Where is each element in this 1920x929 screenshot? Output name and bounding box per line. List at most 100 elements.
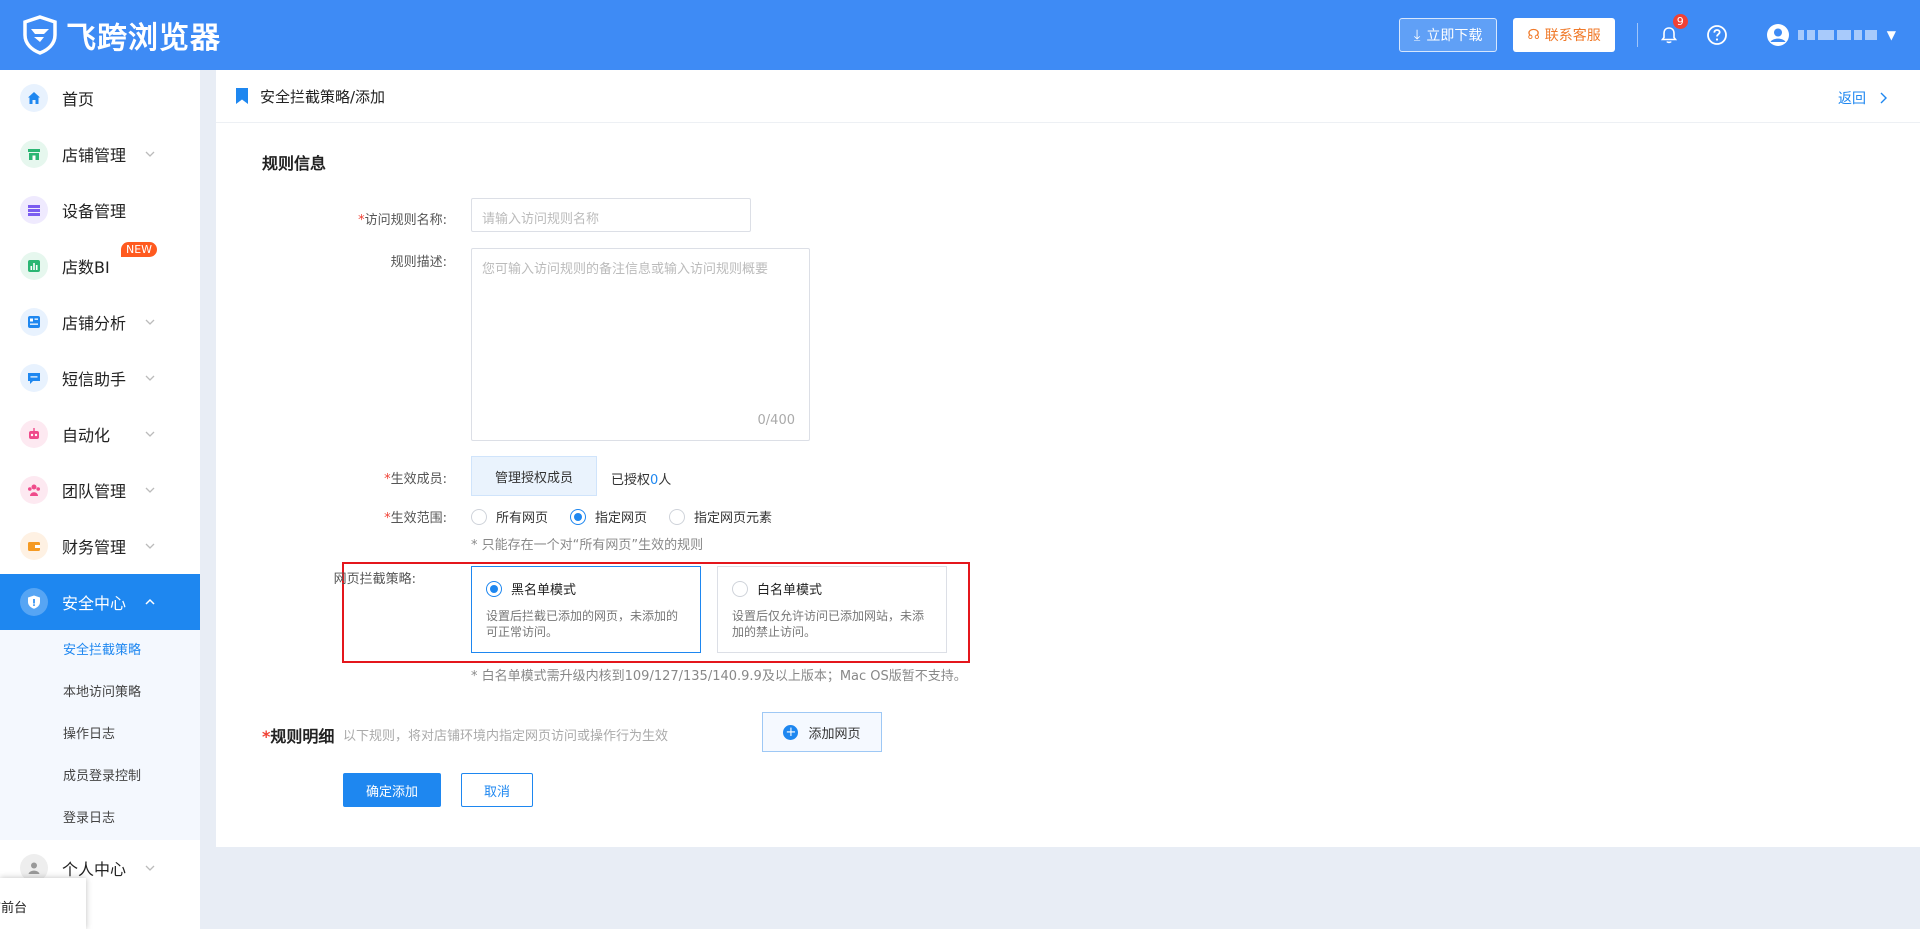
- whitelist-desc: 设置后仅允许访问已添加网站，未添加的禁止访问。: [732, 609, 925, 639]
- blacklist-desc: 设置后拦截已添加的网页，未添加的可正常访问。: [486, 609, 679, 639]
- rule-name-label: *访问规则名称:: [358, 213, 447, 228]
- plus-icon: +: [783, 724, 799, 740]
- submenu-item-operation-log[interactable]: 操作日志: [0, 714, 200, 756]
- store-frontend-tab[interactable]: 店前台: [0, 878, 86, 929]
- chevron-down-icon: [145, 543, 155, 549]
- download-icon: ⤓: [1413, 26, 1421, 44]
- submenu-item-login-log[interactable]: 登录日志: [0, 798, 200, 840]
- chevron-right-icon: [1880, 92, 1887, 104]
- headset-icon: ☊: [1527, 27, 1540, 43]
- sidebar-item-label: 店数BI: [62, 258, 110, 277]
- submenu-item-local-access-policy[interactable]: 本地访问策略: [0, 672, 200, 714]
- wallet-icon: [20, 532, 48, 560]
- sidebar-item-security[interactable]: 安全中心: [0, 574, 200, 630]
- blacklist-title: 黑名单模式: [511, 583, 577, 598]
- sidebar-item-label: 短信助手: [62, 370, 127, 389]
- sidebar-item-bi[interactable]: 店数BI NEW: [0, 238, 200, 294]
- top-header: 飞跨浏览器 ⤓ 立即下载 ☊ 联系客服 9 ▼: [0, 0, 1920, 70]
- contact-service-button[interactable]: ☊ 联系客服: [1513, 18, 1615, 52]
- notification-badge: 9: [1672, 14, 1688, 29]
- blacklist-mode-card[interactable]: 黑名单模式 设置后拦截已添加的网页，未添加的可正常访问。: [471, 566, 701, 653]
- sidebar-item-home[interactable]: 首页: [0, 70, 200, 126]
- desc-placeholder: 您可输入访问规则的备注信息或输入访问规则概要: [482, 262, 769, 277]
- submenu-item-member-login-control[interactable]: 成员登录控制: [0, 756, 200, 798]
- service-label: 联系客服: [1544, 28, 1601, 44]
- shield-logo-icon: [23, 15, 57, 55]
- sidebar-item-team[interactable]: 团队管理: [0, 462, 200, 518]
- sms-icon: [20, 364, 48, 392]
- manage-members-button[interactable]: 管理授权成员: [471, 456, 597, 496]
- bi-chart-icon: [20, 252, 48, 280]
- sidebar-item-label: 财务管理: [62, 538, 127, 557]
- chevron-down-icon: [145, 151, 155, 157]
- main-panel: 安全拦截策略/添加 返回 规则信息 *访问规则名称: 请输入访问规则名称 规则描…: [216, 70, 1920, 847]
- home-icon: [20, 84, 48, 112]
- scope-option-element[interactable]: 指定网页元素: [669, 507, 772, 526]
- radio-icon: [732, 580, 748, 597]
- radio-icon: [471, 508, 487, 525]
- confirm-add-button[interactable]: 确定添加: [343, 773, 441, 807]
- granted-count: 已授权0人: [611, 473, 672, 488]
- user-name-masked: [1797, 30, 1877, 40]
- chevron-down-icon: [145, 865, 155, 871]
- sidebar-item-label: 个人中心: [62, 860, 127, 879]
- rules-title: *规则明细: [262, 727, 335, 746]
- rule-desc-textarea[interactable]: 您可输入访问规则的备注信息或输入访问规则概要 0/400: [471, 248, 810, 441]
- sidebar-item-analysis[interactable]: 店铺分析: [0, 294, 200, 350]
- sidebar-item-label: 设备管理: [62, 202, 127, 221]
- add-page-button[interactable]: + 添加网页: [762, 712, 882, 752]
- scope-radio-group: 所有网页 指定网页 指定网页元素: [471, 507, 794, 526]
- whitelist-mode-card[interactable]: 白名单模式 设置后仅允许访问已添加网站，未添加的禁止访问。: [717, 566, 947, 653]
- sidebar-item-label: 首页: [62, 90, 95, 109]
- sidebar-item-store[interactable]: 店铺管理: [0, 126, 200, 182]
- logo-text: 飞跨浏览器: [66, 21, 221, 56]
- radio-checked-icon: [570, 508, 587, 525]
- back-link[interactable]: 返回: [1838, 88, 1888, 108]
- user-avatar-icon: [1766, 24, 1789, 46]
- help-button[interactable]: [1704, 22, 1730, 48]
- sidebar-item-device[interactable]: 设备管理: [0, 182, 200, 238]
- store-frontend-label: 店前台: [0, 901, 28, 916]
- logo[interactable]: 飞跨浏览器: [22, 13, 221, 57]
- team-icon: [20, 476, 48, 504]
- user-menu[interactable]: ▼: [1766, 23, 1896, 47]
- download-label: 立即下载: [1426, 28, 1483, 44]
- cancel-button[interactable]: 取消: [461, 773, 533, 807]
- shield-icon: [20, 588, 48, 616]
- analysis-icon: [20, 308, 48, 336]
- rule-name-input[interactable]: 请输入访问规则名称: [471, 198, 751, 232]
- add-page-label: 添加网页: [808, 726, 861, 742]
- security-submenu: 安全拦截策略 本地访问策略 操作日志 成员登录控制 登录日志: [0, 630, 200, 840]
- sidebar-item-finance[interactable]: 财务管理: [0, 518, 200, 574]
- sidebar-item-automation[interactable]: 自动化: [0, 406, 200, 462]
- chevron-down-icon: [145, 375, 155, 381]
- whitelist-hint: * 白名单模式需升级内核到109/127/135/140.9.9及以上版本；Ma…: [471, 669, 967, 684]
- submenu-item-intercept-policy[interactable]: 安全拦截策略: [0, 630, 200, 672]
- download-button[interactable]: ⤓ 立即下载: [1398, 18, 1498, 52]
- scope-option-specified[interactable]: 指定网页: [570, 507, 647, 526]
- char-count: 0/400: [757, 413, 795, 428]
- section-title: 规则信息: [262, 154, 327, 173]
- chevron-down-icon: [145, 487, 155, 493]
- page-title: 安全拦截策略/添加: [260, 87, 386, 106]
- notification-button[interactable]: 9: [1656, 14, 1688, 48]
- scope-option-all[interactable]: 所有网页: [471, 507, 548, 526]
- sidebar-item-label: 自动化: [62, 426, 111, 445]
- rules-subtitle: 以下规则，将对店铺环境内指定网页访问或操作行为生效: [343, 729, 669, 744]
- scope-hint: * 只能存在一个对“所有网页”生效的规则: [471, 538, 704, 553]
- new-badge: NEW: [121, 242, 158, 257]
- back-label: 返回: [1838, 91, 1866, 107]
- chevron-down-icon: [145, 431, 155, 437]
- strategy-label: 网页拦截策略:: [333, 572, 416, 587]
- robot-icon: [20, 420, 48, 448]
- sidebar-item-label: 店铺管理: [62, 146, 127, 165]
- bookmark-icon: [236, 88, 248, 104]
- breadcrumb: 安全拦截策略/添加 返回: [216, 70, 1920, 123]
- rule-desc-label: 规则描述:: [390, 255, 447, 270]
- divider: [1636, 23, 1638, 47]
- sidebar-item-label: 店铺分析: [62, 314, 127, 333]
- sidebar-item-sms[interactable]: 短信助手: [0, 350, 200, 406]
- members-label: *生效成员:: [384, 472, 447, 487]
- radio-icon: [669, 508, 686, 525]
- chevron-up-icon: [145, 598, 155, 605]
